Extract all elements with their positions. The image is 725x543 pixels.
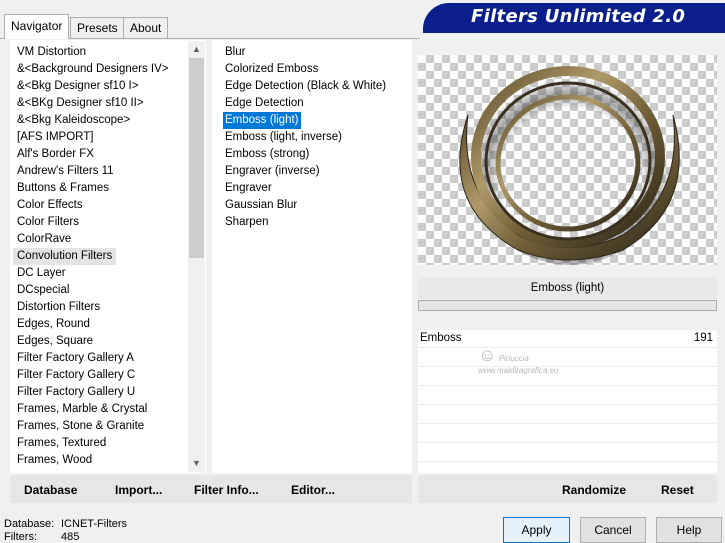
category-item[interactable]: Filter Factory Gallery A xyxy=(17,350,134,367)
app-title-banner: Filters Unlimited 2.0 xyxy=(423,3,725,30)
category-list[interactable]: VM Distortion &<Background Designers IV> &… xyxy=(10,40,206,473)
import-button[interactable]: Import... xyxy=(115,483,162,497)
watermark-site: www.maldiragrafica.eu xyxy=(478,366,559,375)
filter-item[interactable]: Sharpen xyxy=(225,214,268,231)
tab-about[interactable]: About xyxy=(123,17,169,38)
category-item[interactable]: &<Background Designers IV> xyxy=(17,61,169,78)
tab-navigator[interactable]: Navigator xyxy=(4,14,70,39)
filter-item[interactable]: Edge Detection xyxy=(225,95,304,112)
category-item[interactable]: &<Bkg Kaleidoscope> xyxy=(17,112,130,129)
preview-image xyxy=(418,55,717,265)
banner-underline xyxy=(423,30,725,33)
gauge-fill xyxy=(419,301,642,310)
category-item[interactable]: Alf's Border FX xyxy=(17,146,94,163)
filter-item[interactable]: Gaussian Blur xyxy=(225,197,297,214)
watermark-smiley-icon: ☺ xyxy=(478,345,497,365)
category-item[interactable]: Convolution Filters xyxy=(13,248,117,265)
parameter-row-empty xyxy=(418,387,717,405)
category-item[interactable]: Filter Factory Gallery C xyxy=(17,367,135,384)
scroll-up-icon[interactable]: ▲ xyxy=(188,41,205,58)
parameter-row-empty xyxy=(418,406,717,424)
category-item[interactable]: Frames, Wood xyxy=(17,452,92,469)
database-label: Database: xyxy=(4,518,55,530)
preview-zoom-gauge[interactable] xyxy=(418,300,717,311)
parameter-row-empty xyxy=(418,444,717,462)
category-item[interactable]: Color Filters xyxy=(17,214,79,231)
help-button[interactable]: Help xyxy=(656,517,722,543)
filter-item[interactable]: Emboss (light) xyxy=(223,112,301,129)
randomize-button[interactable]: Randomize xyxy=(562,483,626,497)
scroll-thumb[interactable] xyxy=(189,58,204,258)
category-item[interactable]: Filter Factory Gallery U xyxy=(17,384,135,401)
filter-item[interactable]: Colorized Emboss xyxy=(225,61,318,78)
filter-item[interactable]: Emboss (light, inverse) xyxy=(225,129,342,146)
list-actions-bar: Database Import... Filter Info... Editor… xyxy=(10,475,412,503)
category-item[interactable]: Frames, Marble & Crystal xyxy=(17,401,147,418)
cancel-button[interactable]: Cancel xyxy=(580,517,646,543)
filter-item[interactable]: Edge Detection (Black & White) xyxy=(225,78,386,95)
category-item[interactable]: Buttons & Frames xyxy=(17,180,109,197)
database-info: Database: ICNET-Filters xyxy=(4,518,127,530)
tab-presets[interactable]: Presets xyxy=(70,17,125,38)
watermark-name: Pinuccia xyxy=(498,354,529,363)
category-item[interactable]: Frames, Stone & Granite xyxy=(17,418,144,435)
parameter-row[interactable]: Emboss 191 xyxy=(418,330,717,348)
category-item[interactable]: Andrew's Filters 11 xyxy=(17,163,114,180)
filter-info-button[interactable]: Filter Info... xyxy=(194,483,259,497)
category-item[interactable]: DCspecial xyxy=(17,282,69,299)
filter-item[interactable]: Emboss (strong) xyxy=(225,146,309,163)
parameter-row-empty xyxy=(418,349,717,367)
category-item[interactable]: [AFS IMPORT] xyxy=(17,129,93,146)
parameter-row-empty xyxy=(418,368,717,386)
category-scrollbar[interactable]: ▲ ▼ xyxy=(188,41,205,472)
filter-item[interactable]: Engraver (inverse) xyxy=(225,163,320,180)
category-item[interactable]: &<BKg Designer sf10 II> xyxy=(17,95,144,112)
filter-list[interactable]: Blur Colorized Emboss Edge Detection (Blac… xyxy=(212,40,412,473)
category-item[interactable]: Distortion Filters xyxy=(17,299,100,316)
filters-label: Filters: xyxy=(4,531,37,543)
database-button[interactable]: Database xyxy=(24,483,77,497)
editor-button[interactable]: Editor... xyxy=(291,483,335,497)
category-item[interactable]: Frames, Textured xyxy=(17,435,106,452)
parameter-actions-bar: Randomize Reset xyxy=(418,475,717,503)
parameter-panel: Emboss 191 xyxy=(418,330,717,473)
tab-bar: Navigator Presets About xyxy=(0,0,420,39)
category-item[interactable]: VM Distortion xyxy=(17,44,86,61)
parameter-value[interactable]: 191 xyxy=(694,332,713,344)
frame-preview-graphic xyxy=(459,66,680,265)
parameter-row-empty xyxy=(418,425,717,443)
filters-count-info: Filters: 485 xyxy=(4,531,79,543)
category-item[interactable]: DC Layer xyxy=(17,265,66,282)
selected-filter-name: Emboss (light) xyxy=(418,277,717,299)
category-item[interactable]: ColorRave xyxy=(17,231,71,248)
category-item[interactable]: Edges, Round xyxy=(17,316,90,333)
parameter-label: Emboss xyxy=(420,332,462,344)
reset-button[interactable]: Reset xyxy=(661,483,694,497)
filter-item[interactable]: Blur xyxy=(225,44,245,61)
database-value: ICNET-Filters xyxy=(61,518,127,530)
scroll-down-icon[interactable]: ▼ xyxy=(188,455,205,472)
filter-item[interactable]: Engraver xyxy=(225,180,272,197)
category-item[interactable]: Edges, Square xyxy=(17,333,93,350)
category-item[interactable]: Color Effects xyxy=(17,197,83,214)
watermark: ☺ Pinuccia www.maldiragrafica.eu xyxy=(478,345,558,375)
apply-button[interactable]: Apply xyxy=(503,517,570,543)
category-item[interactable]: &<Bkg Designer sf10 I> xyxy=(17,78,138,95)
filters-count: 485 xyxy=(61,531,80,543)
